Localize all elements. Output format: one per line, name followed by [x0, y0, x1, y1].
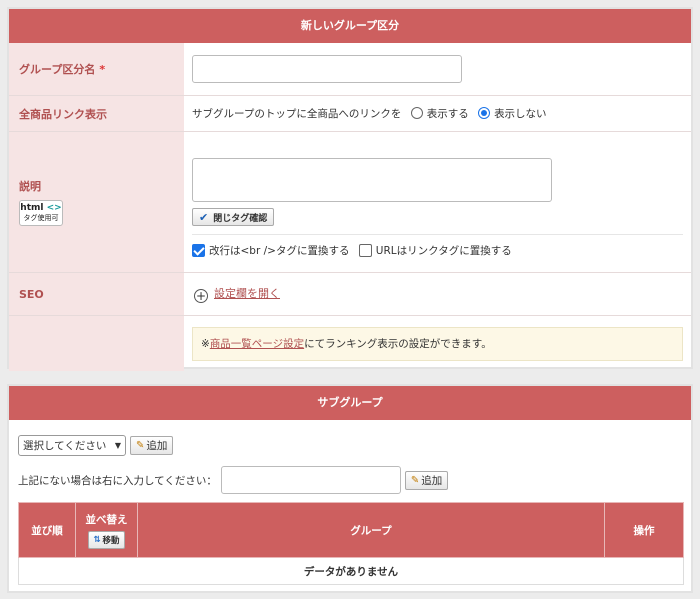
check-icon: ✔	[199, 210, 209, 224]
html-badge-sub: タグ使用可	[23, 214, 59, 222]
row-notice: ※ 商品一覧ページ設定 にてランキング表示の設定ができます。	[9, 316, 691, 371]
html-tag-badge: html <> タグ使用可	[19, 200, 63, 226]
radio-hide[interactable]	[478, 107, 491, 119]
description-textarea[interactable]	[192, 158, 552, 202]
plus-circle-icon[interactable]: +	[194, 289, 208, 303]
manual-subgroup-input[interactable]	[220, 466, 401, 494]
table-row: データがありません	[18, 557, 684, 585]
label-all-products-link: 全商品リンク表示	[9, 96, 184, 131]
col-order: 並び順	[18, 502, 76, 558]
move-button[interactable]: ⇅ 移動	[88, 530, 125, 549]
table-header: 並び順 並べ替え ⇅ 移動 グループ 操作	[18, 502, 684, 558]
add-label: 追加	[146, 440, 168, 452]
row-description: 説明 html <> タグ使用可 ✔ 閉じタグ確認 改行は<br />タグに置換す…	[9, 132, 691, 273]
required-mark: *	[99, 63, 106, 76]
label-description: 説明 html <> タグ使用可	[9, 132, 184, 272]
subgroup-panel: サブグループ 選択してください ▼ ✎ 追加 上記にない場合は右に入力してください：…	[7, 384, 693, 593]
wand-icon: ✎	[136, 440, 145, 451]
label-text: 説明	[19, 180, 41, 193]
checkbox-br-replace[interactable]	[192, 244, 205, 257]
label-group-name: グループ区分名 *	[9, 43, 184, 95]
code-brackets-icon: <>	[46, 203, 62, 213]
divider	[192, 234, 683, 235]
move-arrows-icon: ⇅	[93, 534, 101, 545]
col-action: 操作	[604, 502, 684, 558]
html-badge-text: html	[20, 203, 44, 213]
group-name-input[interactable]	[192, 55, 462, 83]
panel-title: 新しいグループ区分	[9, 9, 691, 43]
add-label: 追加	[421, 474, 443, 487]
checkbox-url-label: URLはリンクタグに置換する	[375, 245, 512, 257]
row-group-name: グループ区分名 *	[9, 43, 691, 96]
add-button[interactable]: ✎ 追加	[130, 436, 174, 455]
seo-open-link[interactable]: 設定欄を開く	[214, 287, 280, 300]
radio-show[interactable]	[410, 107, 423, 119]
manual-row: 上記にない場合は右に入力してください： ✎ 追加	[9, 466, 691, 494]
row-all-products-link: 全商品リンク表示 サブグループのトップに全商品へのリンクを 表示する 表示しない	[9, 96, 691, 132]
select-row: 選択してください ▼ ✎ 追加	[9, 435, 691, 456]
ranking-notice: ※ 商品一覧ページ設定 にてランキング表示の設定ができます。	[192, 326, 683, 361]
checkbox-br-label: 改行は<br />タグに置換する	[209, 245, 350, 257]
link-description: サブグループのトップに全商品へのリンクを	[192, 108, 402, 120]
checkbox-url-replace[interactable]	[358, 244, 372, 257]
radio-show-label: 表示する	[426, 108, 469, 120]
product-list-settings-link[interactable]: 商品一覧ページ設定	[210, 336, 304, 351]
label-seo: SEO	[9, 273, 184, 315]
col-sort-label: 並べ替え	[85, 513, 128, 526]
wand-icon: ✎	[410, 474, 420, 486]
manual-input-label: 上記にない場合は右に入力してください：	[18, 474, 217, 487]
subgroup-table: 並び順 並べ替え ⇅ 移動 グループ 操作 データがありません	[18, 502, 684, 585]
notice-suffix: にてランキング表示の設定ができます。	[304, 338, 492, 350]
move-label: 移動	[102, 535, 120, 546]
close-tag-check-label: 閉じタグ確認	[213, 213, 268, 224]
notice-prefix: ※	[201, 337, 210, 350]
radio-hide-label: 表示しない	[494, 108, 547, 120]
empty-message: データがありません	[18, 557, 684, 585]
chevron-down-icon: ▼	[114, 441, 121, 450]
new-group-panel: 新しいグループ区分 グループ区分名 * 全商品リンク表示 サブグループのトップに全…	[7, 7, 693, 371]
add-button-manual[interactable]: ✎ 追加	[404, 470, 449, 490]
col-sort: 並べ替え ⇅ 移動	[75, 502, 138, 558]
select-value: 選択してください	[23, 440, 107, 452]
label-empty	[9, 316, 184, 371]
col-group: グループ	[137, 502, 605, 558]
label-text: グループ区分名	[19, 63, 96, 76]
subgroup-select[interactable]: 選択してください ▼	[18, 435, 126, 456]
close-tag-check-button[interactable]: ✔ 閉じタグ確認	[192, 208, 275, 226]
row-seo: SEO + 設定欄を開く	[9, 273, 691, 316]
panel-title: サブグループ	[9, 386, 691, 420]
